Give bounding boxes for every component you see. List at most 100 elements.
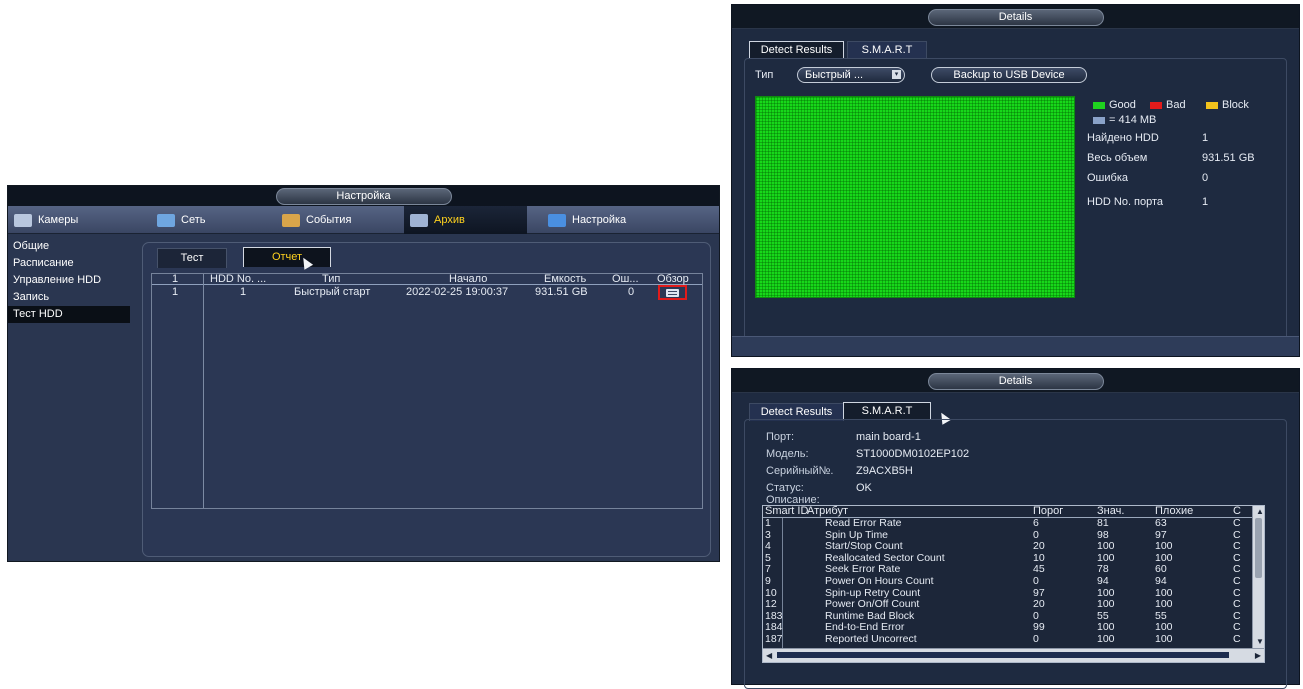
cell-worst: 100 — [1155, 540, 1173, 553]
disk-sector-map — [755, 96, 1075, 298]
field-value-model: ST1000DM0102EP102 — [856, 448, 970, 460]
nav-label: Сеть — [181, 214, 206, 226]
window-title: Настройка — [275, 188, 452, 205]
type-label: Тип — [755, 69, 774, 81]
tab-smart[interactable]: S.M.A.R.T — [843, 402, 931, 420]
cell-hdd-no: 1 — [240, 286, 247, 298]
nav-label: Камеры — [38, 214, 79, 226]
nav-label: События — [306, 214, 352, 226]
col-header-view[interactable]: Обзор — [657, 274, 701, 285]
cell-status: С — [1233, 574, 1241, 587]
col-header-threshold[interactable]: Порог — [1033, 506, 1063, 517]
view-details-button[interactable] — [658, 285, 687, 300]
main-nav: Камеры Сеть События Архив Настройка — [8, 206, 719, 234]
cell-worst: 55 — [1155, 609, 1167, 622]
info-label-hdd-found: Найдено HDD — [1087, 132, 1159, 144]
nav-tab-network[interactable]: Сеть — [151, 206, 261, 234]
cell-threshold: 0 — [1033, 609, 1039, 622]
scroll-left-icon[interactable]: ◀ — [766, 651, 772, 661]
cell-status: С — [1233, 586, 1241, 599]
table-header: 1 HDD No. ... Тип Начало Емкость Ош... О… — [152, 274, 702, 285]
info-label-port: HDD No. порта — [1087, 196, 1164, 208]
camera-icon — [14, 213, 32, 227]
details-window-detect: Details Detect Results S.M.A.R.T Тип Быс… — [731, 4, 1300, 357]
sidebar: Общие Расписание Управление HDD Запись Т… — [8, 234, 130, 561]
tab-detect-results[interactable]: Detect Results — [749, 41, 844, 59]
col-header-capacity[interactable]: Емкость — [544, 274, 586, 285]
nav-tab-archive[interactable]: Архив — [404, 206, 527, 234]
col-header-errors[interactable]: Ош... — [612, 274, 639, 285]
scroll-right-icon[interactable]: ▶ — [1255, 651, 1261, 661]
horizontal-scrollbar[interactable]: ◀ ▶ — [763, 648, 1264, 662]
sidebar-item-hdd-manage[interactable]: Управление HDD — [8, 272, 130, 289]
cell-attribute: Power On Hours Count — [825, 574, 934, 587]
legend-unit-label: = 414 MB — [1109, 114, 1157, 126]
scroll-thumb[interactable] — [777, 652, 1229, 658]
cell-attribute: End-to-End Error — [825, 621, 905, 634]
cell-worst: 100 — [1155, 632, 1173, 645]
settings-window: Настройка Камеры Сеть События Архив Наст… — [7, 185, 720, 562]
table-row[interactable]: 9 Power On Hours Count 0 94 94 С — [763, 574, 1252, 588]
cell-worst: 100 — [1155, 551, 1173, 564]
col-header-start[interactable]: Начало — [449, 274, 487, 285]
report-table: 1 HDD No. ... Тип Начало Емкость Ош... О… — [151, 273, 703, 509]
sidebar-item-general[interactable]: Общие — [8, 238, 130, 255]
sidebar-item-schedule[interactable]: Расписание — [8, 255, 130, 272]
type-select[interactable]: Быстрый ... ▾ — [797, 67, 905, 83]
smart-table: Smart ID Атрибут Порог Знач. Плохие С 1 R… — [762, 505, 1265, 663]
cell-worst: 63 — [1155, 517, 1167, 529]
nav-tab-cameras[interactable]: Камеры — [8, 206, 133, 234]
field-value-serial: Z9ACXB5H — [856, 465, 913, 477]
table-row[interactable]: 12 Power On/Off Count 20 100 100 С — [763, 599, 1252, 611]
col-header-status[interactable]: С — [1233, 506, 1241, 517]
field-label-status: Статус: — [766, 482, 804, 494]
good-swatch-icon — [1093, 101, 1105, 109]
legend-good: Good — [1093, 99, 1136, 111]
window-titlebar: Details — [732, 369, 1299, 393]
field-label-model: Модель: — [766, 448, 809, 460]
cell-worst: 100 — [1155, 621, 1173, 634]
scroll-thumb[interactable] — [1255, 518, 1262, 578]
sidebar-item-record[interactable]: Запись — [8, 289, 130, 306]
cell-attribute: Runtime Bad Block — [825, 609, 915, 622]
col-header-attribute[interactable]: Атрибут — [807, 506, 848, 517]
cell-attribute: Seek Error Rate — [825, 563, 901, 576]
nav-tab-events[interactable]: События — [276, 206, 396, 234]
cell-threshold: 0 — [1033, 574, 1039, 587]
col-header-type[interactable]: Тип — [322, 274, 340, 285]
cell-value: 100 — [1097, 621, 1115, 634]
cell-status: С — [1233, 598, 1241, 611]
cell-threshold: 10 — [1033, 551, 1045, 564]
cell-smart-id: 183 — [765, 609, 783, 622]
col-header-smart-id[interactable]: Smart ID — [765, 506, 808, 517]
col-header-index: 1 — [172, 273, 179, 285]
backup-to-usb-button[interactable]: Backup to USB Device — [931, 67, 1087, 83]
cell-smart-id: 9 — [765, 574, 771, 587]
col-header-value[interactable]: Знач. — [1097, 506, 1124, 517]
table-row[interactable]: 1 Read Error Rate 6 81 63 С — [763, 518, 1252, 530]
cell-value: 94 — [1097, 574, 1109, 587]
sidebar-item-hdd-test[interactable]: Тест HDD — [8, 306, 130, 323]
col-header-worst[interactable]: Плохие — [1155, 506, 1193, 517]
vertical-scrollbar[interactable]: ▲ ▼ — [1252, 506, 1264, 648]
info-value-port: 1 — [1202, 196, 1209, 208]
legend-good-label: Good — [1109, 99, 1136, 111]
table-row[interactable]: 187 Reported Uncorrect 0 100 100 С — [763, 632, 1252, 646]
legend-block: Block — [1206, 99, 1249, 111]
col-header-hdd-no[interactable]: HDD No. ... — [210, 274, 266, 285]
tab-test[interactable]: Тест — [157, 248, 227, 268]
cell-start: 2022-02-25 19:00:37 — [406, 286, 509, 298]
window-title: Details — [927, 9, 1104, 26]
scroll-up-icon[interactable]: ▲ — [1256, 507, 1264, 517]
bad-swatch-icon — [1150, 101, 1162, 109]
cell-status: С — [1233, 563, 1241, 576]
info-value-error: 0 — [1202, 172, 1209, 184]
nav-tab-settings[interactable]: Настройка — [542, 206, 667, 234]
cell-worst: 100 — [1155, 598, 1173, 611]
cell-status: С — [1233, 540, 1241, 553]
tab-smart[interactable]: S.M.A.R.T — [847, 41, 927, 59]
tab-report[interactable]: Отчет — [243, 247, 331, 267]
nav-label: Настройка — [572, 214, 627, 226]
window-titlebar: Details — [732, 5, 1299, 29]
scroll-down-icon[interactable]: ▼ — [1256, 637, 1264, 647]
